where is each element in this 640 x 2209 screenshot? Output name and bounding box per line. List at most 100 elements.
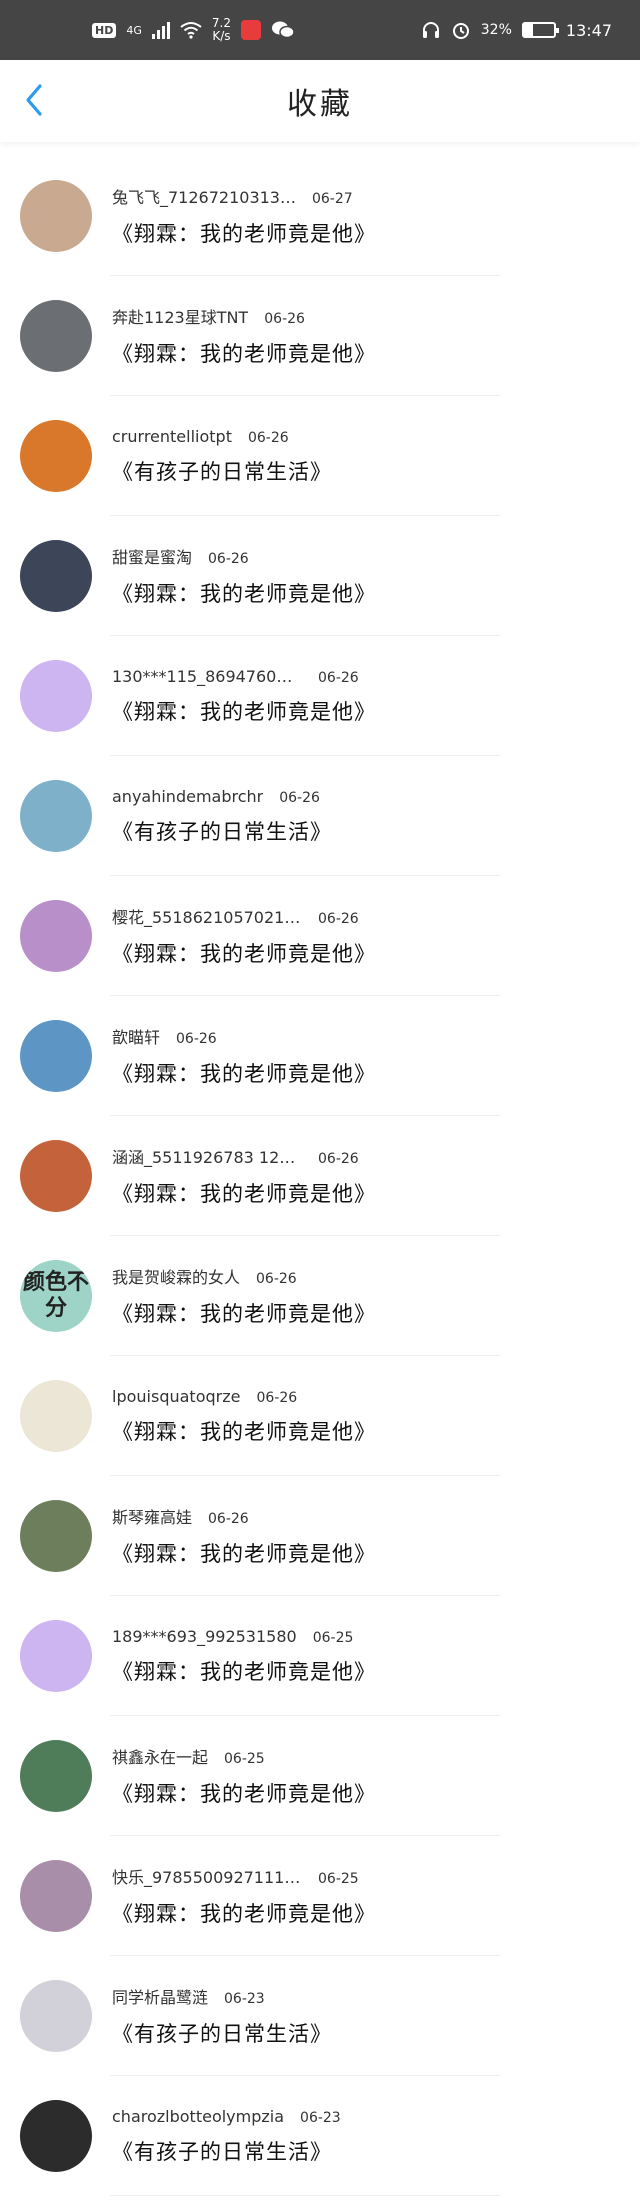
date: 06-26: [208, 1511, 249, 1527]
avatar[interactable]: [20, 1620, 92, 1692]
avatar[interactable]: [20, 1140, 92, 1212]
item-top-line: 我是贺峻霖的女人 06-26: [112, 1264, 376, 1288]
list-item[interactable]: 涵涵_5511926783 1202737 06-26 《翔霖：我的老师竟是他》: [0, 1116, 640, 1236]
item-meta: 甜蜜是蜜淘 06-26 《翔霖：我的老师竟是他》: [112, 544, 376, 608]
chevron-left-icon[interactable]: [20, 82, 50, 118]
date: 06-26: [318, 1151, 359, 1167]
item-meta: 130***115_8694760340 06-26 《翔霖：我的老师竟是他》: [112, 667, 376, 726]
book-title[interactable]: 《翔霖：我的老师竟是他》: [112, 1898, 376, 1928]
list-item[interactable]: charozlbotteolympzia 06-23 《有孩子的日常生活》: [0, 2076, 640, 2196]
item-meta: 快乐_97855009271117410 06-25 《翔霖：我的老师竟是他》: [112, 1864, 376, 1928]
book-title[interactable]: 《翔霖：我的老师竟是他》: [112, 696, 376, 726]
list-item[interactable]: anyahindemabrchr 06-26 《有孩子的日常生活》: [0, 756, 640, 876]
list-item[interactable]: 130***115_8694760340 06-26 《翔霖：我的老师竟是他》: [0, 636, 640, 756]
book-title[interactable]: 《翔霖：我的老师竟是他》: [112, 338, 376, 368]
list-item[interactable]: lpouisquatoqrze 06-26 《翔霖：我的老师竟是他》: [0, 1356, 640, 1476]
book-title[interactable]: 《有孩子的日常生活》: [112, 2136, 341, 2166]
network-type: 4G: [126, 23, 142, 37]
book-title[interactable]: 《有孩子的日常生活》: [112, 456, 332, 486]
book-title[interactable]: 《翔霖：我的老师竟是他》: [112, 1178, 376, 1208]
item-meta: 樱花_5518621057021043З 06-26 《翔霖：我的老师竟是他》: [112, 904, 376, 968]
avatar[interactable]: [20, 1980, 92, 2052]
status-bar: HD 4G 7.2 K/s 32% 13:47: [0, 0, 640, 60]
list-item[interactable]: 颜色不分 我是贺峻霖的女人 06-26 《翔霖：我的老师竟是他》: [0, 1236, 640, 1356]
list-item[interactable]: 同学析晶鹭涟 06-23 《有孩子的日常生活》: [0, 1956, 640, 2076]
item-top-line: 甜蜜是蜜淘 06-26: [112, 544, 376, 568]
avatar[interactable]: [20, 1020, 92, 1092]
username: 兔飞飞_71267210313…: [112, 188, 296, 207]
username: lpouisquatoqrze: [112, 1386, 241, 1406]
item-top-line: 斯琴雍高娃 06-26: [112, 1504, 376, 1528]
item-top-line: charozlbotteolympzia 06-23: [112, 2107, 341, 2126]
book-title[interactable]: 《翔霖：我的老师竟是他》: [112, 578, 376, 608]
date: 06-26: [264, 311, 305, 327]
book-title[interactable]: 《翔霖：我的老师竟是他》: [112, 1656, 376, 1686]
list-item[interactable]: 189***693_992531580 06-25 《翔霖：我的老师竟是他》: [0, 1596, 640, 1716]
avatar[interactable]: [20, 1500, 92, 1572]
item-meta: 奔赴1123星球TNT 06-26 《翔霖：我的老师竟是他》: [112, 304, 376, 368]
date: 06-26: [318, 911, 359, 927]
list-item[interactable]: 快乐_97855009271117410 06-25 《翔霖：我的老师竟是他》: [0, 1836, 640, 1956]
date: 06-26: [247, 429, 289, 446]
book-title[interactable]: 《翔霖：我的老师竟是他》: [112, 1538, 376, 1568]
item-meta: anyahindemabrchr 06-26 《有孩子的日常生活》: [112, 787, 332, 846]
avatar[interactable]: [20, 300, 92, 372]
avatar[interactable]: [20, 180, 92, 252]
avatar[interactable]: [20, 780, 92, 852]
book-title[interactable]: 《翔霖：我的老师竟是他》: [112, 1298, 376, 1328]
username: 同学析晶鹭涟: [112, 1988, 209, 2007]
item-meta: lpouisquatoqrze 06-26 《翔霖：我的老师竟是他》: [112, 1387, 376, 1446]
net-speed-unit: K/s: [212, 29, 231, 43]
avatar[interactable]: [20, 1860, 92, 1932]
item-meta: 我是贺峻霖的女人 06-26 《翔霖：我的老师竟是他》: [112, 1264, 376, 1328]
item-top-line: crurrentelliotpt 06-26: [112, 427, 332, 446]
item-top-line: 祺鑫永在一起 06-25: [112, 1744, 376, 1768]
username: 奔赴1123星球TNT: [112, 308, 249, 327]
date: 06-25: [312, 1629, 354, 1646]
item-meta: 涵涵_5511926783 1202737 06-26 《翔霖：我的老师竟是他》: [112, 1144, 376, 1208]
wechat-icon: [271, 21, 295, 39]
item-meta: charozlbotteolympzia 06-23 《有孩子的日常生活》: [112, 2107, 341, 2166]
date: 06-25: [318, 1871, 359, 1887]
list-item[interactable]: 斯琴雍高娃 06-26 《翔霖：我的老师竟是他》: [0, 1476, 640, 1596]
date: 06-26: [176, 1031, 217, 1047]
avatar[interactable]: [20, 660, 92, 732]
book-title[interactable]: 《翔霖：我的老师竟是他》: [112, 1416, 376, 1446]
list-item[interactable]: 祺鑫永在一起 06-25 《翔霖：我的老师竟是他》: [0, 1716, 640, 1836]
item-top-line: 兔飞飞_71267210313… 06-27: [112, 184, 376, 208]
avatar[interactable]: [20, 2100, 92, 2172]
list-item[interactable]: 樱花_5518621057021043З 06-26 《翔霖：我的老师竟是他》: [0, 876, 640, 996]
list-item[interactable]: crurrentelliotpt 06-26 《有孩子的日常生活》: [0, 396, 640, 516]
net-speed: 7.2 K/s: [212, 17, 231, 43]
list-item[interactable]: 歆瞄轩 06-26 《翔霖：我的老师竟是他》: [0, 996, 640, 1116]
book-title[interactable]: 《翔霖：我的老师竟是他》: [112, 1778, 376, 1808]
avatar[interactable]: [20, 540, 92, 612]
date: 06-27: [311, 191, 353, 207]
status-left: HD 4G 7.2 K/s: [92, 17, 295, 43]
username: 涵涵_5511926783 1202737: [112, 1148, 302, 1167]
book-title[interactable]: 《有孩子的日常生活》: [112, 816, 332, 846]
username: anyahindemabrchr: [112, 786, 264, 806]
date: 06-26: [279, 789, 320, 806]
app-notification-icon: [240, 20, 261, 40]
wifi-icon: [180, 22, 202, 39]
avatar[interactable]: [20, 900, 92, 972]
book-title[interactable]: 《翔霖：我的老师竟是他》: [112, 938, 376, 968]
book-title[interactable]: 《翔霖：我的老师竟是他》: [112, 218, 376, 248]
list-item[interactable]: 甜蜜是蜜淘 06-26 《翔霖：我的老师竟是他》: [0, 516, 640, 636]
avatar[interactable]: [20, 1740, 92, 1812]
date: 06-26: [208, 551, 249, 567]
book-title[interactable]: 《有孩子的日常生活》: [112, 2018, 332, 2048]
avatar[interactable]: 颜色不分: [20, 1260, 92, 1332]
date: 06-26: [256, 1389, 298, 1406]
list-item[interactable]: 兔飞飞_71267210313… 06-27 《翔霖：我的老师竟是他》: [0, 156, 640, 276]
status-right: 32% 13:47: [421, 20, 612, 40]
book-title[interactable]: 《翔霖：我的老师竟是他》: [112, 1058, 376, 1088]
avatar[interactable]: [20, 1380, 92, 1452]
item-top-line: 樱花_5518621057021043З 06-26: [112, 904, 376, 928]
username: 快乐_97855009271117410: [112, 1868, 302, 1887]
date: 06-23: [224, 1991, 265, 2007]
list-item[interactable]: 奔赴1123星球TNT 06-26 《翔霖：我的老师竟是他》: [0, 276, 640, 396]
item-top-line: 同学析晶鹭涟 06-23: [112, 1984, 332, 2008]
avatar[interactable]: [20, 420, 92, 492]
